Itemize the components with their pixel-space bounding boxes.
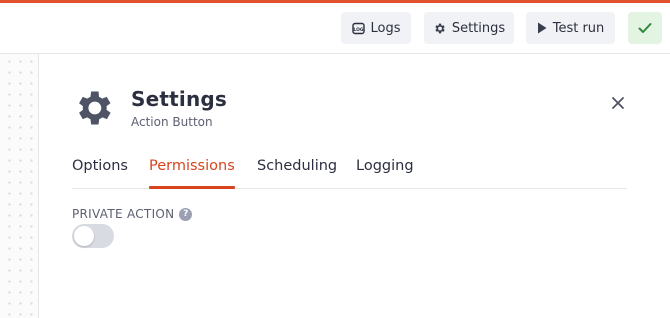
test-run-button[interactable]: Test run [526,12,615,44]
confirm-button[interactable] [628,12,662,44]
tab-scheduling[interactable]: Scheduling [257,158,337,188]
settings-label: Settings [451,20,506,36]
play-icon [537,22,547,34]
panel-title: Settings [131,87,228,111]
private-action-field: PRIVATE ACTION ? [72,207,193,221]
canvas-gutter [0,54,39,318]
close-icon[interactable] [611,95,625,109]
svg-text:LOG: LOG [353,27,364,33]
logs-icon: LOG [351,22,365,35]
settings-button[interactable]: Settings [424,12,514,44]
tab-options[interactable]: Options [72,158,128,188]
settings-panel: Settings Action Button Options Permissio… [39,54,670,318]
tab-logging[interactable]: Logging [356,158,414,188]
logs-button[interactable]: LOG Logs [341,12,411,44]
toggle-knob [74,226,94,246]
private-action-toggle[interactable] [72,224,114,248]
tab-bar: Options Permissions Scheduling Logging [72,158,627,189]
panel-subtitle: Action Button [131,115,213,129]
tab-permissions[interactable]: Permissions [149,158,235,189]
toolbar: LOG Logs Settings Test run [0,3,670,54]
logs-label: Logs [370,20,401,36]
gear-icon [433,22,446,35]
check-icon [638,22,652,34]
test-run-label: Test run [552,20,605,36]
help-icon[interactable]: ? [179,207,193,221]
private-action-label: PRIVATE ACTION [72,207,175,221]
gear-icon [71,86,115,130]
